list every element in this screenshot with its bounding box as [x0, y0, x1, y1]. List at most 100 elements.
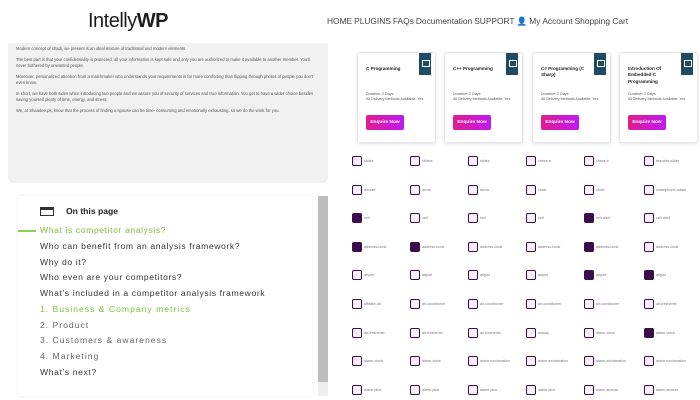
icon-cell[interactable]: air-conditioner	[466, 296, 518, 314]
toc-item[interactable]: 3. Customers & awareness	[40, 336, 300, 346]
icon-cell[interactable]: alarm-snooze	[582, 382, 634, 400]
toc-item[interactable]: What’s included in a competitor analysis…	[40, 289, 300, 299]
icon-cell[interactable]: smartphone-rotate	[642, 182, 694, 200]
nav-link-support[interactable]: SUPPORT	[474, 16, 514, 26]
icon-cell[interactable]: address-book	[582, 239, 634, 257]
alarm-exclamation-icon	[468, 356, 478, 367]
icon-cell[interactable]: address-book	[642, 239, 694, 257]
icon-label: cell	[364, 216, 370, 221]
toc-item[interactable]: 1. Business & Company metrics	[40, 304, 300, 315]
icon-cell[interactable]: alarm-plus	[350, 382, 402, 400]
icon-cell[interactable]: air-freshener	[642, 296, 694, 314]
article-paragraph: We, at Shaadee.pk, know that the process…	[16, 108, 280, 113]
alarm-snooze-icon	[584, 384, 594, 395]
logo[interactable]: IntellyWP	[88, 10, 168, 33]
alarm-clock-icon	[410, 356, 420, 367]
icon-cell[interactable]: alarm-clock	[350, 353, 402, 371]
icon-cell[interactable]: slides	[350, 153, 402, 171]
icon-cell[interactable]: alarm-exclamation	[642, 353, 694, 371]
icon-cell[interactable]: alarm-exclamation	[524, 353, 576, 371]
icon-cell[interactable]: adjust	[642, 267, 694, 285]
course-meta: Duration: 2 Days All Delivery Methods Ava…	[628, 92, 685, 103]
icon-cell[interactable]: cell	[408, 210, 460, 228]
icon-cell[interactable]: chess a	[524, 153, 576, 171]
icon-cell[interactable]: address-book	[350, 239, 402, 257]
icon-cell[interactable]: sliders	[408, 153, 460, 171]
icon-label: adjust	[422, 273, 432, 278]
icon-cell[interactable]: adjust	[350, 267, 402, 285]
course-meta: Duration: 2 Days All Delivery Methods Ava…	[453, 92, 510, 103]
nav-link-home[interactable]: HOME	[327, 16, 352, 26]
phone-icon	[644, 184, 654, 195]
toc-item[interactable]: What’s next?	[40, 367, 300, 378]
nav-link-plugins[interactable]: PLUGINS	[354, 16, 391, 26]
table-of-contents: On this page What is competitor analysis…	[18, 196, 328, 396]
icon-label: chess a	[538, 159, 551, 163]
enquire-button[interactable]: Enquire Now	[366, 115, 404, 130]
icon-cell[interactable]: clock	[524, 182, 576, 200]
icon-cell[interactable]: cell	[466, 210, 518, 228]
icon-cell[interactable]: cell-alert	[642, 210, 694, 228]
icon-cell[interactable]: alarm-snooze	[642, 382, 694, 400]
icon-cell[interactable]: cell-alert	[582, 210, 634, 228]
icon-cell[interactable]: air-conditioner	[524, 296, 576, 314]
icon-cell[interactable]: alarm-plus	[524, 382, 576, 400]
icon-cell[interactable]: address-book	[466, 239, 518, 257]
air-freshener-icon	[352, 327, 362, 338]
icon-cell[interactable]: clock	[582, 182, 634, 200]
icon-cell[interactable]: bracelet-slider	[642, 153, 694, 171]
address-book-icon	[584, 241, 594, 252]
article-snippet: Modern concept of shadi, we present is a…	[8, 43, 328, 183]
icon-cell[interactable]: cell	[524, 210, 576, 228]
icon-cell[interactable]: chess b	[582, 153, 634, 171]
toc-scrollbar[interactable]	[318, 196, 328, 396]
icon-cell[interactable]: address-book	[408, 239, 460, 257]
icon-cell[interactable]: airplay	[524, 325, 576, 343]
toc-item[interactable]: Who even are your competitors?	[40, 273, 300, 283]
enquire-button[interactable]: Enquire Now	[453, 115, 491, 130]
nav-link-documentation[interactable]: Documentation	[416, 16, 472, 26]
nav-link-shopping-cart[interactable]: Shopping Cart	[575, 16, 629, 26]
icon-cell[interactable]: adjust	[408, 267, 460, 285]
chess-icon	[584, 156, 594, 166]
toc-item[interactable]: Who can benefit from an analysis framewo…	[40, 241, 300, 252]
nav-link-faqs[interactable]: FAQs	[393, 16, 414, 26]
icon-cell[interactable]: alarm-plus	[466, 382, 518, 400]
toc-item[interactable]: 4. Marketing	[40, 352, 300, 362]
icon-cell[interactable]: aircraft	[350, 182, 402, 200]
icon-label: air-freshener	[656, 302, 677, 306]
list-icon	[40, 207, 54, 216]
toc-scroll-thumb[interactable]	[318, 196, 328, 382]
icon-cell[interactable]: alarm-exclamation	[582, 353, 634, 371]
enquire-button[interactable]: Enquire Now	[628, 115, 666, 130]
toc-item[interactable]: Why do it?	[40, 257, 300, 268]
icon-cell[interactable]: alarm-clock	[582, 325, 634, 343]
slides-icon	[468, 156, 478, 166]
course-badge-icon	[594, 53, 606, 75]
icon-cell[interactable]: alarm-clock	[642, 325, 694, 343]
icon-cell[interactable]: air-freshener	[408, 325, 460, 343]
icon-cell[interactable]: air-freshener	[466, 325, 518, 343]
icon-cell[interactable]: alarm-exclamation	[466, 353, 518, 371]
icon-cell[interactable]: alarm-plus	[408, 382, 460, 400]
icon-cell[interactable]: arrow	[466, 182, 518, 200]
icon-cell[interactable]: air-conditioner	[582, 296, 634, 314]
toc-item[interactable]: What is competitor analysis?	[40, 225, 300, 236]
icon-cell[interactable]: adjust	[524, 267, 576, 285]
enquire-button[interactable]: Enquire Now	[541, 115, 579, 130]
icon-cell[interactable]: affiliate-alt	[350, 296, 402, 314]
icon-cell[interactable]: air-conditioner	[408, 296, 460, 314]
icon-cell[interactable]: adjust	[466, 267, 518, 285]
icon-label: alarm-snooze	[656, 387, 679, 392]
icon-cell[interactable]: alarm-clock	[408, 353, 460, 371]
icon-label: cell-alert	[596, 216, 610, 221]
icon-label: arrow	[422, 187, 432, 192]
icon-cell[interactable]: arrow	[408, 182, 460, 200]
nav-link-my-account[interactable]: 👤 My Account	[517, 16, 573, 26]
icon-cell[interactable]: cell	[350, 210, 402, 228]
icon-cell[interactable]: air-freshener	[350, 325, 402, 343]
icon-cell[interactable]: adjust	[582, 267, 634, 285]
toc-item[interactable]: 2. Product	[40, 320, 300, 331]
icon-cell[interactable]: slides	[466, 153, 518, 171]
icon-cell[interactable]: address-book	[524, 239, 576, 257]
